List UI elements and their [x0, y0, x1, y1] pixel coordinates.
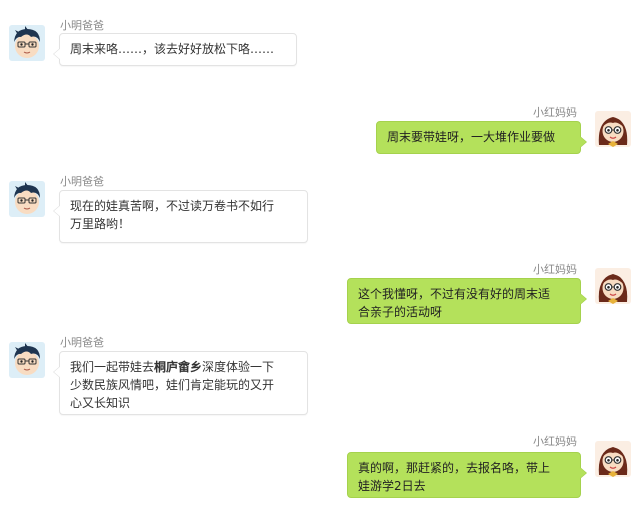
sender-name: 小红妈妈	[533, 106, 577, 119]
sender-name: 小明爸爸	[60, 19, 104, 32]
girl-avatar-icon[interactable]	[595, 111, 631, 147]
message-text: 周末要带娃呀，一大堆作业要做	[387, 130, 556, 144]
boy-avatar-icon[interactable]	[9, 342, 45, 378]
message-text-line: 娃游学2日去	[358, 479, 426, 493]
message-text-line: 我们一起带娃去桐庐畲乡深度体验一下	[70, 358, 297, 376]
message-text-line: 现在的娃真苦啊，不过读万卷书不如行	[70, 199, 275, 213]
sender-name: 小红妈妈	[533, 435, 577, 448]
sender-name: 小明爸爸	[60, 336, 104, 349]
message-text-line: 心又长知识	[70, 396, 131, 410]
message-bubble[interactable]: 这个我懂呀，不过有没有好的周末适 合亲子的活动呀	[347, 278, 587, 324]
sender-name: 小红妈妈	[533, 263, 577, 276]
message-text: 周末来咯……，该去好好放松下咯……	[70, 42, 275, 56]
message-bubble[interactable]: 现在的娃真苦啊，不过读万卷书不如行 万里路哟！	[53, 190, 308, 243]
sender-name: 小明爸爸	[60, 175, 104, 188]
message-bubble[interactable]: 周末来咯……，该去好好放松下咯……	[53, 33, 297, 66]
message-text-line: 合亲子的活动呀	[358, 305, 443, 319]
girl-avatar-icon[interactable]	[595, 441, 631, 477]
girl-avatar-icon[interactable]	[595, 268, 631, 304]
message-bubble[interactable]: 我们一起带娃去桐庐畲乡深度体验一下 少数民族风情吧，娃们肯定能玩的又开 心又长知…	[53, 351, 308, 415]
message-bubble[interactable]: 真的啊，那赶紧的，去报名咯，带上 娃游学2日去	[347, 452, 587, 498]
message-text-line: 万里路哟！	[70, 217, 131, 231]
message-bubble[interactable]: 周末要带娃呀，一大堆作业要做	[376, 121, 587, 154]
message-text-line: 少数民族风情吧，娃们肯定能玩的又开	[70, 378, 275, 392]
message-text: 我们一起带娃去	[70, 360, 155, 374]
message-text-line: 真的啊，那赶紧的，去报名咯，带上	[358, 461, 551, 475]
message-text: 深度体验一下	[202, 360, 275, 374]
boy-avatar-icon[interactable]	[9, 25, 45, 61]
message-text-line: 这个我懂呀，不过有没有好的周末适	[358, 287, 551, 301]
destination-highlight: 桐庐畲乡	[154, 360, 203, 374]
boy-avatar-icon[interactable]	[9, 181, 45, 217]
